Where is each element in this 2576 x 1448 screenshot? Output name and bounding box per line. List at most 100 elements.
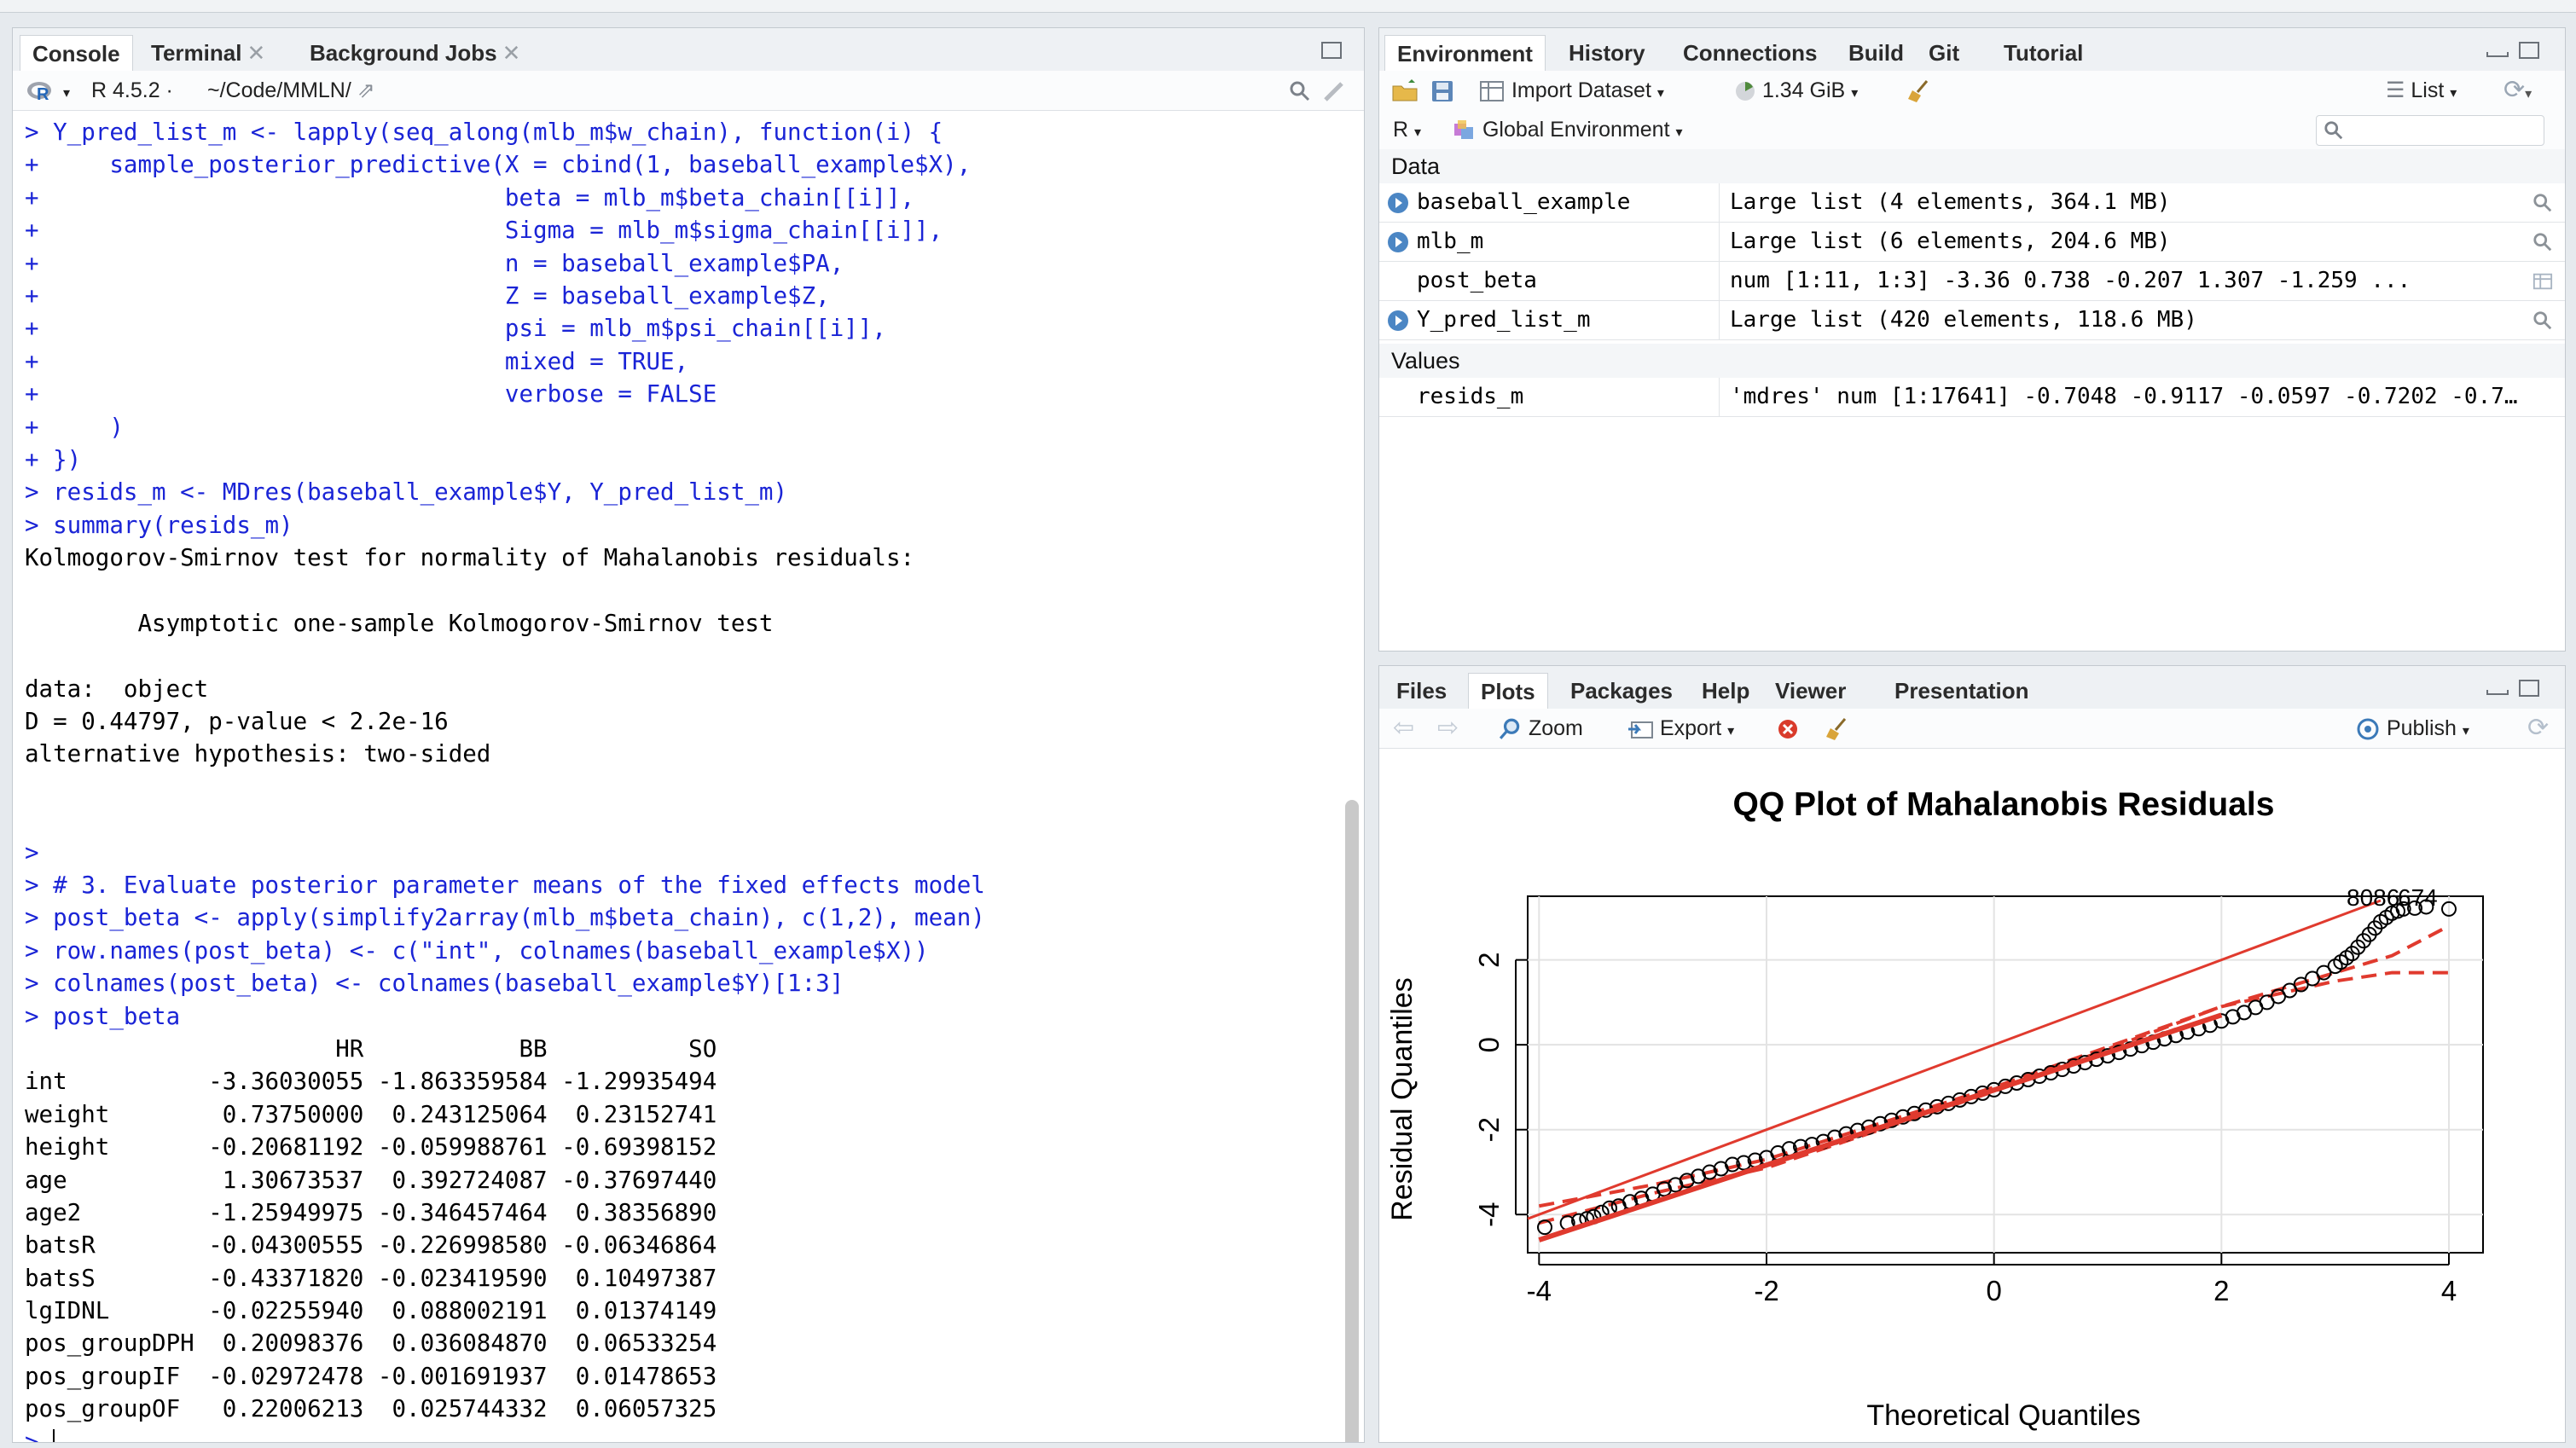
table-icon bbox=[1480, 81, 1504, 102]
tab-build[interactable]: Build bbox=[1836, 35, 1916, 71]
x-axis-label: Theoretical Quantiles bbox=[1866, 1399, 2140, 1432]
export-button[interactable]: Export ▾ bbox=[1627, 709, 1734, 748]
environment-scope-select[interactable]: Global Environment ▾ bbox=[1453, 110, 1683, 149]
x-tick-label: 2 bbox=[2213, 1275, 2229, 1306]
object-value: Large list (6 elements, 204.6 MB) bbox=[1719, 223, 2529, 261]
chevron-down-icon: ▾ bbox=[2462, 724, 2469, 738]
environment-row[interactable]: resids_m 'mdres' num [1:17641] -0.7048 -0… bbox=[1379, 378, 2565, 417]
expand-icon[interactable] bbox=[1388, 232, 1408, 252]
save-workspace-icon[interactable] bbox=[1430, 71, 1454, 110]
qq-plot: QQ Plot of Mahalanobis Residuals Theoret… bbox=[1386, 786, 2484, 1432]
tab-git[interactable]: Git bbox=[1917, 35, 1971, 71]
tab-connections[interactable]: Connections bbox=[1671, 35, 1829, 71]
data-section-header: Data bbox=[1379, 149, 2565, 183]
console-output-line: HR BB SO bbox=[25, 1034, 717, 1063]
publish-label: Publish bbox=[2386, 716, 2457, 740]
memory-usage-button[interactable]: 1.34 GiB ▾ bbox=[1734, 71, 1858, 110]
maximize-pane-icon[interactable] bbox=[2519, 680, 2539, 697]
tab-background-jobs[interactable]: Background Jobs ✕ bbox=[298, 35, 532, 71]
expand-icon[interactable] bbox=[1388, 193, 1408, 213]
environment-search-input[interactable] bbox=[2351, 118, 2533, 142]
minimize-pane-icon[interactable] bbox=[2486, 690, 2509, 695]
x-tick-label: -2 bbox=[1754, 1275, 1778, 1306]
console-input-line: + verbose = FALSE bbox=[25, 380, 717, 408]
environment-search-field[interactable] bbox=[2316, 115, 2544, 146]
tab-presentation[interactable]: Presentation bbox=[1883, 673, 2041, 709]
top-toolbar-strip bbox=[0, 0, 2576, 13]
expand-icon[interactable] bbox=[1388, 310, 1408, 331]
environment-row[interactable]: post_beta num [1:11, 1:3] -3.36 0.738 -0.… bbox=[1379, 262, 2565, 301]
tab-console[interactable]: Console bbox=[20, 35, 133, 71]
refresh-icon[interactable]: ⟳ bbox=[2527, 709, 2549, 748]
tab-terminal[interactable]: Terminal ✕ bbox=[139, 35, 277, 71]
zoom-button[interactable]: Zoom bbox=[1499, 709, 1583, 748]
view-object-icon[interactable] bbox=[2532, 193, 2553, 213]
tab-plots-label: Plots bbox=[1481, 679, 1535, 704]
tab-help[interactable]: Help bbox=[1690, 673, 1761, 709]
r-logo-icon[interactable]: R ▾ bbox=[26, 71, 70, 110]
chevron-down-icon: ▾ bbox=[1656, 86, 1664, 101]
view-object-icon[interactable] bbox=[2532, 310, 2553, 331]
console-output-line: age2 -1.25949975 -0.346457464 0.38356890 bbox=[25, 1198, 717, 1226]
tab-environment[interactable]: Environment bbox=[1384, 35, 1546, 71]
svg-text:R: R bbox=[37, 85, 49, 104]
close-icon[interactable]: ✕ bbox=[502, 40, 521, 66]
remove-plot-icon[interactable] bbox=[1777, 709, 1799, 748]
view-grid-icon[interactable] bbox=[2532, 271, 2553, 292]
publish-icon bbox=[2357, 718, 2379, 740]
console-input-line: + ) bbox=[25, 413, 124, 441]
console-input-line: > Y_pred_list_m <- lapply(seq_along(mlb_… bbox=[25, 119, 943, 146]
clear-objects-broom-icon[interactable] bbox=[1906, 71, 1932, 110]
load-workspace-icon[interactable] bbox=[1391, 71, 1420, 110]
clear-console-icon[interactable] bbox=[1323, 71, 1345, 110]
go-to-directory-icon[interactable]: ⇗ bbox=[357, 78, 375, 102]
cursor-caret bbox=[53, 1428, 55, 1442]
console-output-line: alternative hypothesis: two-sided bbox=[25, 740, 491, 768]
plots-toolbar: ⇦ ⇨ Zoom Export ▾ Publish ▾ ⟳ bbox=[1379, 709, 2565, 749]
close-icon[interactable]: ✕ bbox=[247, 40, 265, 66]
environment-row[interactable]: Y_pred_list_m Large list (420 elements, 1… bbox=[1379, 301, 2565, 340]
y-tick-label: 2 bbox=[1473, 952, 1505, 967]
y-tick-label: -2 bbox=[1473, 1117, 1505, 1142]
export-icon bbox=[1628, 721, 1653, 739]
maximize-pane-icon[interactable] bbox=[1321, 42, 1342, 59]
tab-viewer[interactable]: Viewer bbox=[1763, 673, 1858, 709]
publish-button[interactable]: Publish ▾ bbox=[2355, 709, 2469, 748]
environment-row[interactable]: baseball_example Large list (4 elements, … bbox=[1379, 183, 2565, 223]
x-tick-label: 0 bbox=[1986, 1275, 2001, 1306]
clear-plots-broom-icon[interactable] bbox=[1825, 709, 1850, 748]
import-dataset-button[interactable]: Import Dataset ▾ bbox=[1480, 71, 1664, 110]
previous-plot-icon[interactable]: ⇦ bbox=[1393, 709, 1414, 748]
chevron-down-icon[interactable]: ▾ bbox=[63, 86, 70, 101]
console-output[interactable]: > Y_pred_list_m <- lapply(seq_along(mlb_… bbox=[25, 116, 1330, 1442]
refresh-icon[interactable]: ⟳▾ bbox=[2503, 71, 2532, 110]
tab-tutorial[interactable]: Tutorial bbox=[1992, 35, 2095, 71]
list-view-button[interactable]: ☰ List ▾ bbox=[2386, 71, 2457, 110]
minimize-pane-icon[interactable] bbox=[2486, 52, 2509, 57]
tab-packages[interactable]: Packages bbox=[1558, 673, 1685, 709]
search-icon[interactable] bbox=[1289, 71, 1311, 110]
environment-icon bbox=[1454, 120, 1473, 140]
console-input-line: + }) bbox=[25, 445, 82, 473]
chevron-down-icon: ▾ bbox=[1414, 125, 1422, 140]
environment-scope-label: Global Environment bbox=[1482, 118, 1670, 142]
console-output-line: pos_groupOF 0.22006213 0.025744332 0.060… bbox=[25, 1395, 717, 1423]
console-input-line: + sample_posterior_predictive(X = cbind(… bbox=[25, 151, 972, 179]
tab-history[interactable]: History bbox=[1557, 35, 1657, 71]
tab-plots[interactable]: Plots bbox=[1468, 673, 1548, 709]
language-select[interactable]: R ▾ bbox=[1393, 110, 1421, 149]
console-input-line: > resids_m <- MDres(baseball_example$Y, … bbox=[25, 478, 788, 507]
maximize-pane-icon[interactable] bbox=[2519, 42, 2539, 59]
console-scrollbar[interactable] bbox=[1345, 800, 1359, 1442]
working-directory[interactable]: ~/Code/MMLN/ ⇗ bbox=[207, 71, 375, 110]
list-icon: ☰ bbox=[2386, 78, 2405, 102]
console-input-line: > post_beta bbox=[25, 1002, 181, 1030]
next-plot-icon[interactable]: ⇨ bbox=[1437, 709, 1459, 748]
tab-files[interactable]: Files bbox=[1384, 673, 1459, 709]
console-output-line: age 1.30673537 0.392724087 -0.37697440 bbox=[25, 1166, 717, 1194]
console-toolbar: R ▾ R 4.5.2 · ~/Code/MMLN/ ⇗ bbox=[13, 71, 1364, 111]
environment-row[interactable]: mlb_m Large list (6 elements, 204.6 MB) bbox=[1379, 223, 2565, 262]
view-object-icon[interactable] bbox=[2532, 232, 2553, 252]
